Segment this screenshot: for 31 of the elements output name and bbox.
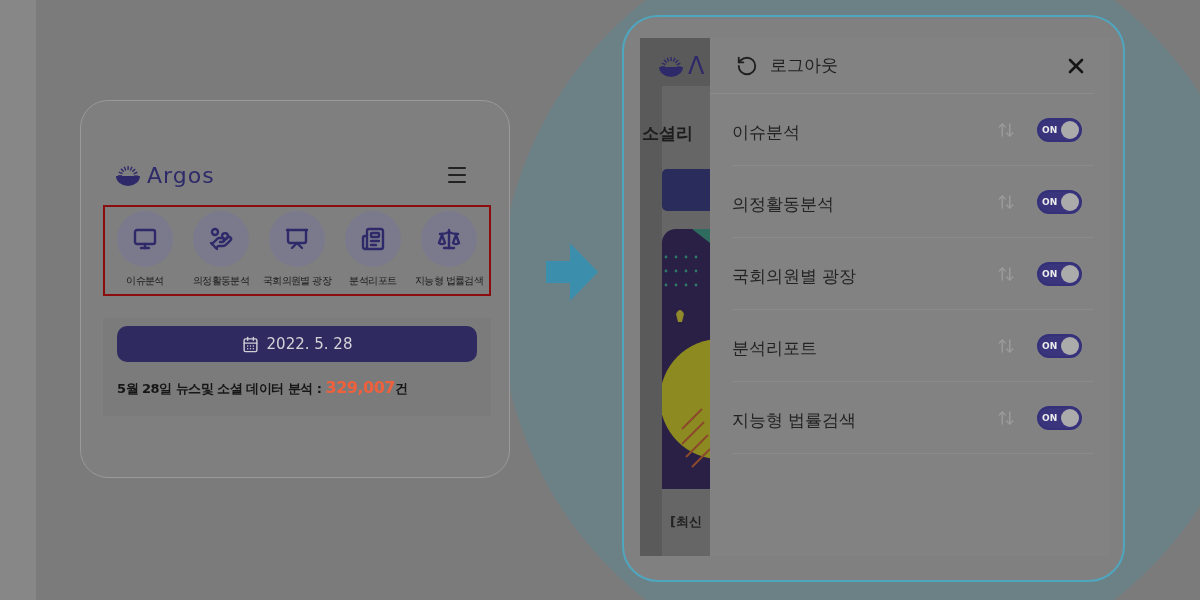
toggle-switch[interactable]: ON — [1037, 333, 1082, 358]
menu-item-label: 의정활동분석 — [732, 193, 835, 216]
menu-item-label: 분석리포트 — [732, 337, 818, 360]
menu-label[interactable]: 의정활동분석 — [192, 274, 250, 288]
article-title: [최신 — [670, 513, 702, 531]
date-button[interactable]: 2022. 5. 28 — [117, 326, 477, 362]
toggle-switch[interactable]: ON — [1037, 117, 1082, 142]
menu-item-label: 지능형 법률검색 — [732, 409, 858, 432]
logo-icon — [115, 163, 141, 187]
report-icon — [361, 227, 385, 251]
scale-icon — [437, 227, 461, 251]
logout-icon — [736, 54, 758, 77]
board-icon — [285, 227, 309, 251]
menu-label[interactable]: 국회의원별 광장 — [262, 274, 332, 288]
menu-item-label: 이슈분석 — [732, 121, 801, 144]
toggle-switch[interactable]: ON — [1037, 261, 1082, 286]
right-arrow-icon — [546, 243, 598, 301]
calendar-icon — [241, 335, 259, 353]
menu-item-label: 국회의원별 광장 — [732, 265, 858, 288]
logout-button[interactable]: 로그아웃 — [736, 54, 838, 77]
section-heading: 소셜리 — [642, 122, 694, 145]
logo-name: Argos — [147, 165, 215, 187]
monitor-icon — [133, 227, 157, 251]
menu-label[interactable]: 이슈분석 — [126, 274, 164, 288]
toggle-switch[interactable]: ON — [1037, 189, 1082, 214]
logo-icon — [658, 54, 684, 78]
menu-label[interactable]: 분석리포트 — [349, 274, 397, 288]
hand-icon — [209, 227, 233, 251]
stats-text: 5월 28일 뉴스및 소셜 데이터 분석 : 329,007건 — [117, 378, 409, 398]
toggle-switch[interactable]: ON — [1037, 405, 1082, 430]
menu-label[interactable]: 지능형 법률검색 — [414, 274, 484, 288]
